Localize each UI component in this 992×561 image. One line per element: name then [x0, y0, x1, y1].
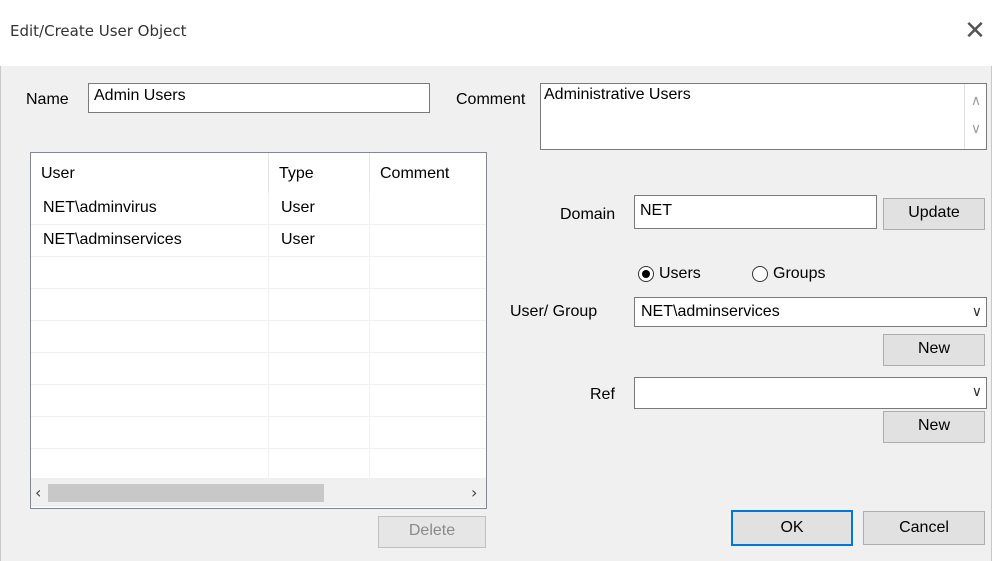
name-label: Name — [26, 91, 69, 108]
table-row[interactable]: NET\adminservices User — [31, 225, 486, 257]
comment-text: Administrative Users — [544, 86, 691, 103]
user-group-select[interactable]: NET\adminservices ∨ — [634, 297, 987, 327]
comment-textarea[interactable]: Administrative Users ∧ ∨ — [540, 83, 987, 150]
column-header-user[interactable]: User — [31, 153, 269, 193]
table-cell-comment — [370, 225, 486, 257]
table-cell-type: User — [269, 193, 370, 225]
user-group-label: User/ Group — [510, 303, 598, 320]
domain-input[interactable]: NET — [634, 195, 877, 229]
table-cell-user: NET\adminservices — [31, 225, 269, 257]
table-cell-comment — [370, 193, 486, 225]
column-header-comment[interactable]: Comment — [370, 153, 486, 193]
column-header-type[interactable]: Type — [269, 153, 370, 193]
table-row-empty — [31, 385, 486, 417]
ok-button[interactable]: OK — [731, 510, 853, 546]
name-input[interactable]: Admin Users — [88, 83, 430, 113]
table-row-empty — [31, 353, 486, 385]
table-cell-user: NET\adminvirus — [31, 193, 269, 225]
close-icon[interactable]: ✕ — [962, 16, 988, 46]
groups-radio[interactable] — [752, 266, 768, 282]
delete-button[interactable]: Delete — [378, 516, 486, 548]
comment-label: Comment — [456, 91, 526, 108]
comment-scrollbar[interactable]: ∧ ∨ — [964, 84, 986, 149]
scrollbar-thumb[interactable] — [48, 484, 324, 502]
table-horizontal-scrollbar[interactable]: ‹ › — [31, 479, 486, 507]
table-row-empty — [31, 417, 486, 449]
chevron-right-icon[interactable]: › — [471, 483, 477, 502]
cancel-button[interactable]: Cancel — [863, 511, 985, 545]
table-row-empty — [31, 449, 486, 479]
user-group-value: NET\adminservices — [641, 303, 780, 320]
table-row-empty — [31, 289, 486, 321]
ref-label: Ref — [590, 386, 615, 403]
ref-new-button[interactable]: New — [883, 411, 985, 443]
chevron-down-icon[interactable]: ∨ — [965, 120, 986, 137]
chevron-down-icon[interactable]: ∨ — [972, 378, 982, 406]
user-group-new-button[interactable]: New — [883, 334, 985, 366]
ref-select[interactable]: ∨ — [634, 377, 987, 409]
domain-label: Domain — [560, 206, 616, 223]
table-cell-type: User — [269, 225, 370, 257]
window-title: Edit/Create User Object — [10, 22, 187, 40]
users-radio-label[interactable]: Users — [659, 265, 701, 283]
table-row-empty — [31, 257, 486, 289]
table-row-empty — [31, 321, 486, 353]
users-radio[interactable] — [638, 266, 654, 282]
update-button[interactable]: Update — [883, 198, 985, 230]
chevron-down-icon[interactable]: ∨ — [972, 298, 982, 326]
table-row[interactable]: NET\adminvirus User — [31, 193, 486, 225]
chevron-up-icon[interactable]: ∧ — [965, 92, 986, 109]
groups-radio-label[interactable]: Groups — [773, 265, 825, 283]
users-table[interactable]: User Type Comment NET\adminvirus User NE… — [30, 152, 487, 509]
chevron-left-icon[interactable]: ‹ — [35, 483, 41, 502]
